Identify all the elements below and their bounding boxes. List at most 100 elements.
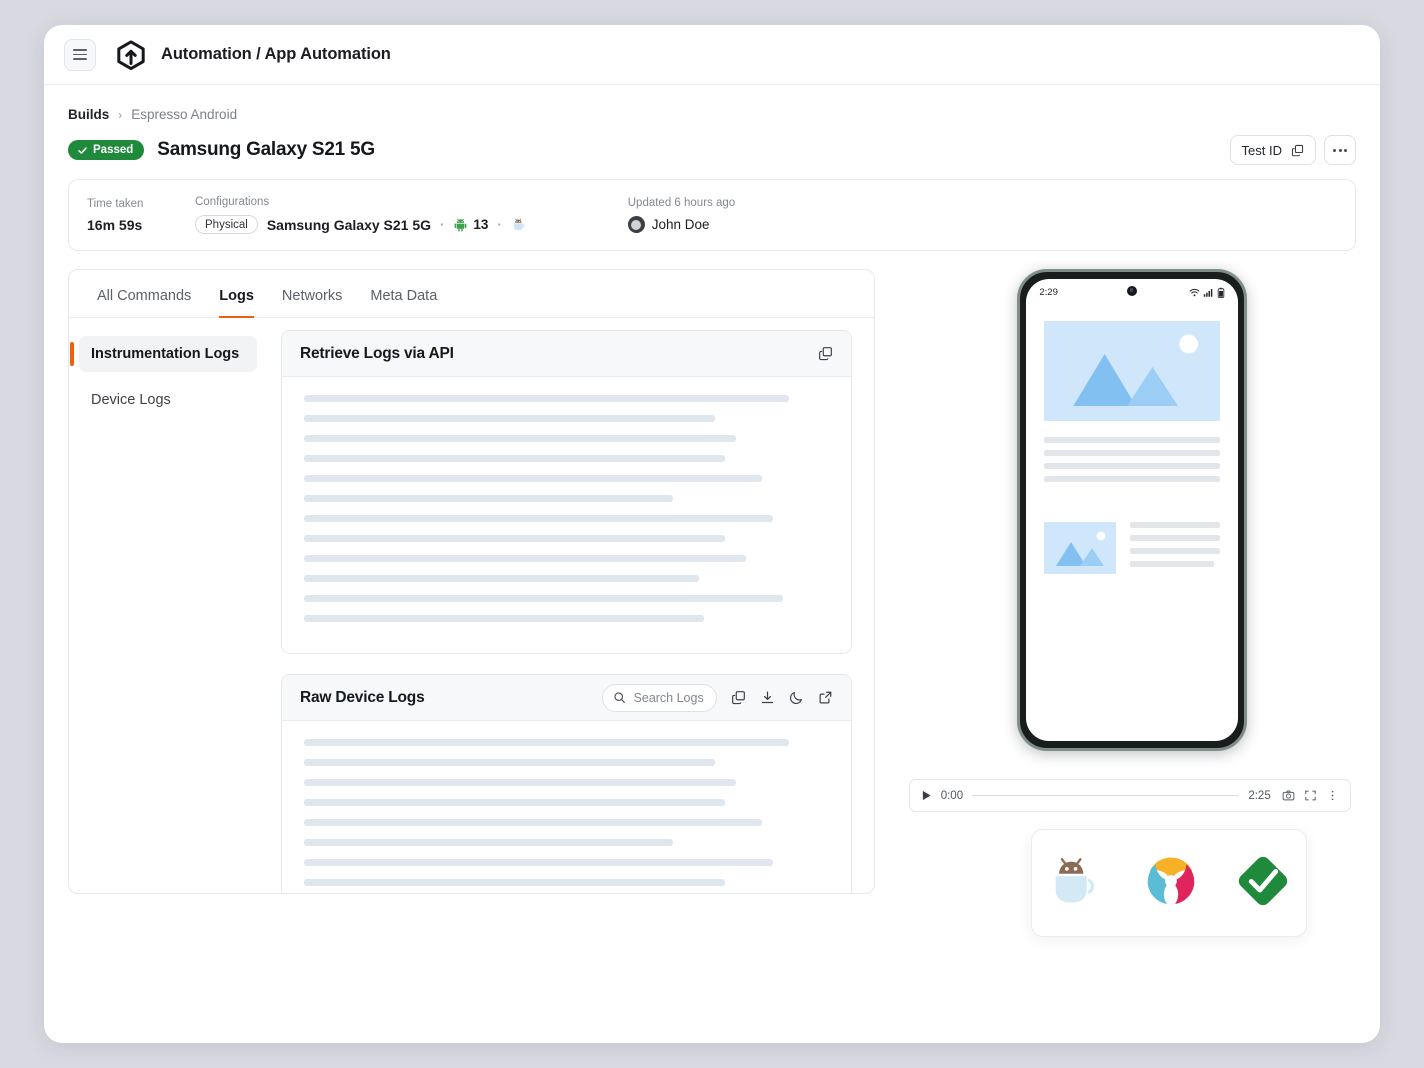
battery-icon <box>1217 287 1225 298</box>
log-line-placeholder <box>304 495 673 502</box>
time-taken-block: Time taken 16m 59s <box>87 198 195 233</box>
list-item <box>1044 522 1220 574</box>
test-id-label: Test ID <box>1242 143 1282 158</box>
player-progress-track[interactable] <box>972 795 1239 797</box>
retrieve-logs-actions <box>818 346 833 361</box>
search-icon <box>613 691 626 704</box>
retrieve-logs-title: Retrieve Logs via API <box>300 345 454 363</box>
espresso-logo <box>1046 850 1108 917</box>
wifi-icon <box>1189 287 1200 298</box>
video-player-bar: 0:00 2:25 <box>909 779 1351 812</box>
copy-icon[interactable] <box>731 690 746 705</box>
device-screen-content <box>1026 305 1238 574</box>
device-screen[interactable]: 2:29 <box>1026 279 1238 741</box>
copy-icon <box>1291 144 1304 157</box>
appium-logo <box>1142 852 1200 915</box>
log-line-placeholder <box>304 555 746 562</box>
tab-networks[interactable]: Networks <box>282 270 342 318</box>
physical-pill: Physical <box>195 215 258 234</box>
search-logs-placeholder: Search Logs <box>634 691 704 705</box>
updated-block: Updated 6 hours ago John Doe <box>628 197 735 233</box>
tab-meta-data[interactable]: Meta Data <box>370 270 437 318</box>
brand-logo-icon <box>114 38 148 72</box>
os-version: 13 <box>473 217 488 232</box>
raw-device-logs-title: Raw Device Logs <box>300 689 425 707</box>
fullscreen-icon[interactable] <box>1304 789 1317 802</box>
retrieve-logs-card: Retrieve Logs via API <box>281 330 852 654</box>
raw-device-logs-actions: Search Logs <box>602 684 833 712</box>
external-link-icon[interactable] <box>818 690 833 705</box>
sidebar-item-device-logs[interactable]: Device Logs <box>79 382 257 418</box>
more-horizontal-icon <box>1333 149 1336 152</box>
retrieve-logs-header: Retrieve Logs via API <box>282 331 851 377</box>
log-line-placeholder <box>304 575 699 582</box>
espresso-cup-icon <box>511 216 528 233</box>
log-line-placeholder <box>304 595 783 602</box>
raw-device-logs-header: Raw Device Logs Search Logs <box>282 675 851 721</box>
main-content: All Commands Logs Networks Meta Data Ins… <box>68 269 1356 894</box>
screen-root: Automation / App Automation Builds › Esp… <box>0 0 1424 1068</box>
log-line-placeholder <box>304 435 736 442</box>
configurations-label: Configurations <box>195 196 528 208</box>
tab-bar: All Commands Logs Networks Meta Data <box>69 270 874 318</box>
log-line-placeholder <box>304 759 715 766</box>
log-line-placeholder <box>304 799 725 806</box>
more-options-button[interactable] <box>1324 135 1356 165</box>
search-logs-input[interactable]: Search Logs <box>602 684 717 712</box>
page-body: Builds › Espresso Android Passed Samsung… <box>44 85 1380 894</box>
log-line-placeholder <box>304 819 762 826</box>
app-window: Automation / App Automation Builds › Esp… <box>44 25 1380 1043</box>
hamburger-menu-icon[interactable] <box>64 39 96 71</box>
configurations-value: Physical Samsung Galaxy S21 5G · <box>195 215 528 234</box>
log-line-placeholder <box>304 859 773 866</box>
logs-panel: All Commands Logs Networks Meta Data Ins… <box>68 269 875 894</box>
device-name: Samsung Galaxy S21 5G <box>267 217 431 233</box>
log-card-list: Retrieve Logs via API <box>269 318 874 893</box>
breadcrumb-builds[interactable]: Builds <box>68 107 109 122</box>
app-topbar: Automation / App Automation <box>44 25 1380 85</box>
download-icon[interactable] <box>760 690 775 705</box>
hero-text-placeholder <box>1044 437 1220 482</box>
green-check-logo <box>1234 852 1292 915</box>
tab-logs[interactable]: Logs <box>219 270 254 318</box>
copy-icon[interactable] <box>818 346 833 361</box>
log-line-placeholder <box>304 415 715 422</box>
meta-separator-1: · <box>440 217 444 232</box>
more-vertical-icon[interactable] <box>1326 789 1339 802</box>
device-mockup: 2:29 <box>1017 269 1247 751</box>
time-taken-value: 16m 59s <box>87 217 195 233</box>
device-preview-pane: 2:29 <box>909 269 1356 894</box>
log-line-placeholder <box>304 779 736 786</box>
player-current-time: 0:00 <box>941 790 963 802</box>
meta-separator-2: · <box>497 217 501 232</box>
sidebar-item-instrumentation-logs[interactable]: Instrumentation Logs <box>79 336 257 372</box>
user-line: John Doe <box>628 216 735 233</box>
log-line-placeholder <box>304 455 725 462</box>
hero-image-placeholder <box>1044 321 1220 421</box>
log-line-placeholder <box>304 879 725 886</box>
check-icon <box>77 145 88 156</box>
log-line-placeholder <box>304 739 789 746</box>
build-header: Passed Samsung Galaxy S21 5G Test ID <box>68 135 1356 165</box>
breadcrumb-separator-icon: › <box>118 108 122 122</box>
log-line-placeholder <box>304 615 704 622</box>
tab-all-commands[interactable]: All Commands <box>97 270 191 318</box>
log-line-placeholder <box>304 475 762 482</box>
logs-sidebar: Instrumentation Logs Device Logs <box>69 318 269 893</box>
log-line-placeholder <box>304 395 789 402</box>
status-bar-icons <box>1189 287 1225 298</box>
dark-mode-moon-icon[interactable] <box>789 690 804 705</box>
logs-body: Instrumentation Logs Device Logs Retriev… <box>69 318 874 893</box>
camera-icon[interactable] <box>1282 789 1295 802</box>
camera-punch-hole <box>1127 286 1137 296</box>
breadcrumb: Builds › Espresso Android <box>68 107 1356 122</box>
user-name: John Doe <box>652 217 710 232</box>
device-status-bar: 2:29 <box>1026 279 1238 305</box>
breadcrumb-current: Espresso Android <box>131 107 237 122</box>
test-id-button[interactable]: Test ID <box>1230 135 1316 165</box>
play-icon[interactable] <box>921 790 932 801</box>
configurations-block: Configurations Physical Samsung Galaxy S… <box>195 196 528 234</box>
build-meta-panel: Time taken 16m 59s Configurations Physic… <box>68 179 1356 251</box>
build-title: Samsung Galaxy S21 5G <box>157 139 375 161</box>
player-controls <box>1282 789 1339 802</box>
